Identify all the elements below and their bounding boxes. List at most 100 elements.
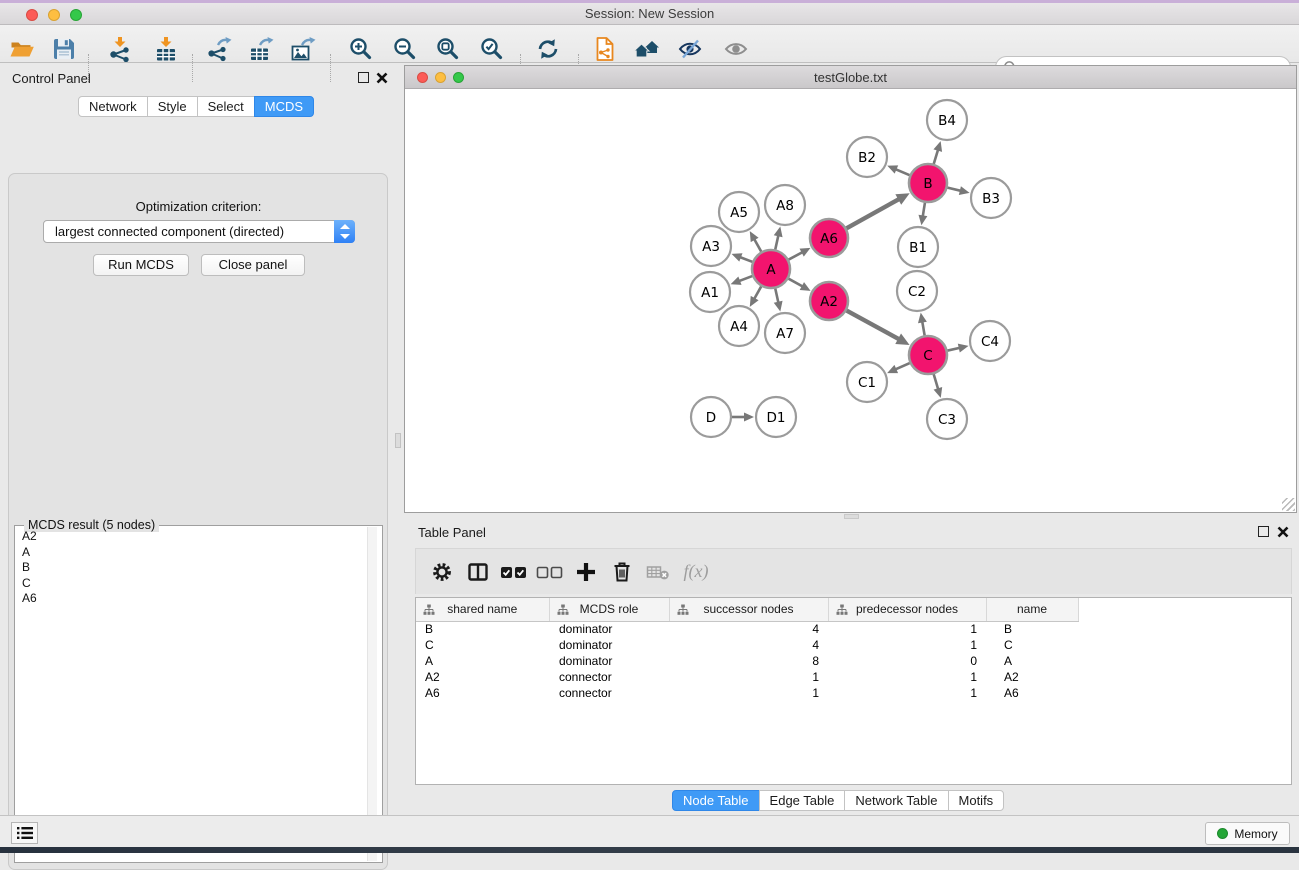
create-column-button[interactable] — [568, 554, 604, 590]
zoom-view-button[interactable] — [453, 72, 464, 83]
optimization-criterion-select[interactable]: largest connected component (directed) — [43, 220, 355, 243]
zoom-selected-button[interactable] — [475, 34, 509, 64]
refresh-button[interactable] — [531, 34, 565, 64]
mcds-result-item[interactable]: A2 — [16, 529, 371, 545]
export-network-button[interactable] — [202, 34, 236, 64]
import-network-button[interactable] — [103, 34, 137, 64]
graph-edge-A-A7[interactable] — [775, 288, 779, 304]
zoom-fit-button[interactable] — [431, 34, 465, 64]
graph-edge-A2-C[interactable] — [846, 310, 900, 340]
zoom-out-button[interactable] — [388, 34, 422, 64]
delete-table-button[interactable] — [640, 554, 676, 590]
zoom-window-button[interactable] — [70, 9, 82, 21]
export-table-button[interactable] — [244, 34, 278, 64]
tab-style[interactable]: Style — [147, 96, 198, 117]
graph-node-D1[interactable]: D1 — [756, 397, 796, 437]
minimize-view-button[interactable] — [435, 72, 446, 83]
select-all-columns-button[interactable] — [496, 554, 532, 590]
graph-node-C1[interactable]: C1 — [847, 362, 887, 402]
function-builder-button[interactable]: f(x) — [676, 554, 712, 590]
close-panel-icon[interactable] — [376, 72, 388, 84]
close-window-button[interactable] — [26, 9, 38, 21]
graph-node-B4[interactable]: B4 — [927, 100, 967, 140]
graph-edge-A-A6[interactable] — [788, 252, 804, 260]
column-header-MCDS-role[interactable]: MCDS role — [549, 598, 669, 621]
mcds-result-item[interactable]: C — [16, 576, 371, 592]
graph-edge-A-A8[interactable] — [775, 234, 779, 250]
graph-node-A4[interactable]: A4 — [719, 306, 759, 346]
float-panel-button[interactable] — [358, 72, 369, 83]
mcds-result-list[interactable]: A2ABCA6 — [16, 529, 371, 607]
close-panel-button[interactable]: Close panel — [201, 254, 305, 276]
graph-node-C2[interactable]: C2 — [897, 271, 937, 311]
graph-node-A2[interactable]: A2 — [810, 282, 848, 320]
new-network-document-button[interactable] — [588, 34, 622, 64]
graph-edge-B-B1[interactable] — [923, 202, 925, 218]
export-image-button[interactable] — [286, 34, 320, 64]
table-cell[interactable]: A6 — [416, 685, 549, 701]
graph-node-B2[interactable]: B2 — [847, 137, 887, 177]
table-cell[interactable]: C — [986, 637, 1078, 653]
graph-edge-B-B3[interactable] — [946, 187, 961, 191]
column-header-successor-nodes[interactable]: successor nodes — [669, 598, 828, 621]
table-cell[interactable]: connector — [549, 685, 669, 701]
network-canvas[interactable]: B4B2BB3A8A5A6A3B1AC2A1A2A4A7C4CC1C3DD1 — [405, 89, 1296, 512]
table-cell[interactable]: dominator — [549, 637, 669, 653]
graph-edge-A-A2[interactable] — [788, 278, 804, 287]
graph-edge-A-A3[interactable] — [739, 257, 753, 262]
show-column-button[interactable] — [460, 554, 496, 590]
result-scrollbar[interactable] — [367, 527, 377, 861]
show-panels-menu-button[interactable] — [11, 822, 38, 844]
graph-edge-A6-B[interactable] — [846, 199, 900, 229]
graph-edge-C-C2[interactable] — [922, 321, 925, 337]
graph-node-B3[interactable]: B3 — [971, 178, 1011, 218]
table-cell[interactable]: 4 — [669, 637, 828, 653]
table-cell[interactable]: 4 — [669, 621, 828, 637]
mcds-result-item[interactable]: B — [16, 560, 371, 576]
table-cell[interactable]: 1 — [828, 685, 986, 701]
table-row[interactable]: Bdominator41B — [416, 621, 1292, 637]
graph-edge-B-B4[interactable] — [933, 149, 938, 165]
tab-network-table[interactable]: Network Table — [844, 790, 948, 811]
table-row[interactable]: Cdominator41C — [416, 637, 1292, 653]
table-cell[interactable]: 0 — [828, 653, 986, 669]
table-cell[interactable]: 1 — [828, 637, 986, 653]
graph-node-A3[interactable]: A3 — [691, 226, 731, 266]
graph-node-A[interactable]: A — [752, 250, 790, 288]
minimize-window-button[interactable] — [48, 9, 60, 21]
close-view-button[interactable] — [417, 72, 428, 83]
split-divider-handle[interactable] — [844, 514, 859, 519]
table-cell[interactable]: A2 — [416, 669, 549, 685]
graph-node-C3[interactable]: C3 — [927, 399, 967, 439]
table-cell[interactable]: dominator — [549, 621, 669, 637]
table-row[interactable]: Adominator80A — [416, 653, 1292, 669]
table-row[interactable]: A6connector11A6 — [416, 685, 1292, 701]
tab-mcds[interactable]: MCDS — [254, 96, 314, 117]
table-cell[interactable]: A — [986, 653, 1078, 669]
table-cell[interactable]: B — [986, 621, 1078, 637]
show-graphics-details-button[interactable] — [719, 34, 753, 64]
table-cell[interactable]: 1 — [669, 669, 828, 685]
tab-node-table[interactable]: Node Table — [672, 790, 760, 811]
save-session-button[interactable] — [47, 34, 81, 64]
table-cell[interactable]: connector — [549, 669, 669, 685]
table-cell[interactable]: 8 — [669, 653, 828, 669]
graph-node-C[interactable]: C — [909, 336, 947, 374]
float-table-panel-button[interactable] — [1258, 526, 1269, 537]
table-cell[interactable]: 1 — [828, 621, 986, 637]
fit-all-views-button[interactable] — [630, 34, 664, 64]
table-row[interactable]: A2connector11A2 — [416, 669, 1292, 685]
run-mcds-button[interactable]: Run MCDS — [93, 254, 189, 276]
graph-edge-B-B2[interactable] — [895, 169, 911, 176]
graph-edge-C-C1[interactable] — [894, 363, 910, 370]
table-cell[interactable]: B — [416, 621, 549, 637]
zoom-in-button[interactable] — [344, 34, 378, 64]
table-cell[interactable]: A — [416, 653, 549, 669]
column-header-predecessor-nodes[interactable]: predecessor nodes — [828, 598, 986, 621]
open-session-button[interactable] — [5, 34, 39, 64]
tab-motifs[interactable]: Motifs — [948, 790, 1005, 811]
table-cell[interactable]: 1 — [828, 669, 986, 685]
graph-node-A5[interactable]: A5 — [719, 192, 759, 232]
column-header-shared-name[interactable]: shared name — [416, 598, 549, 621]
resize-grip-icon[interactable] — [1282, 498, 1295, 511]
